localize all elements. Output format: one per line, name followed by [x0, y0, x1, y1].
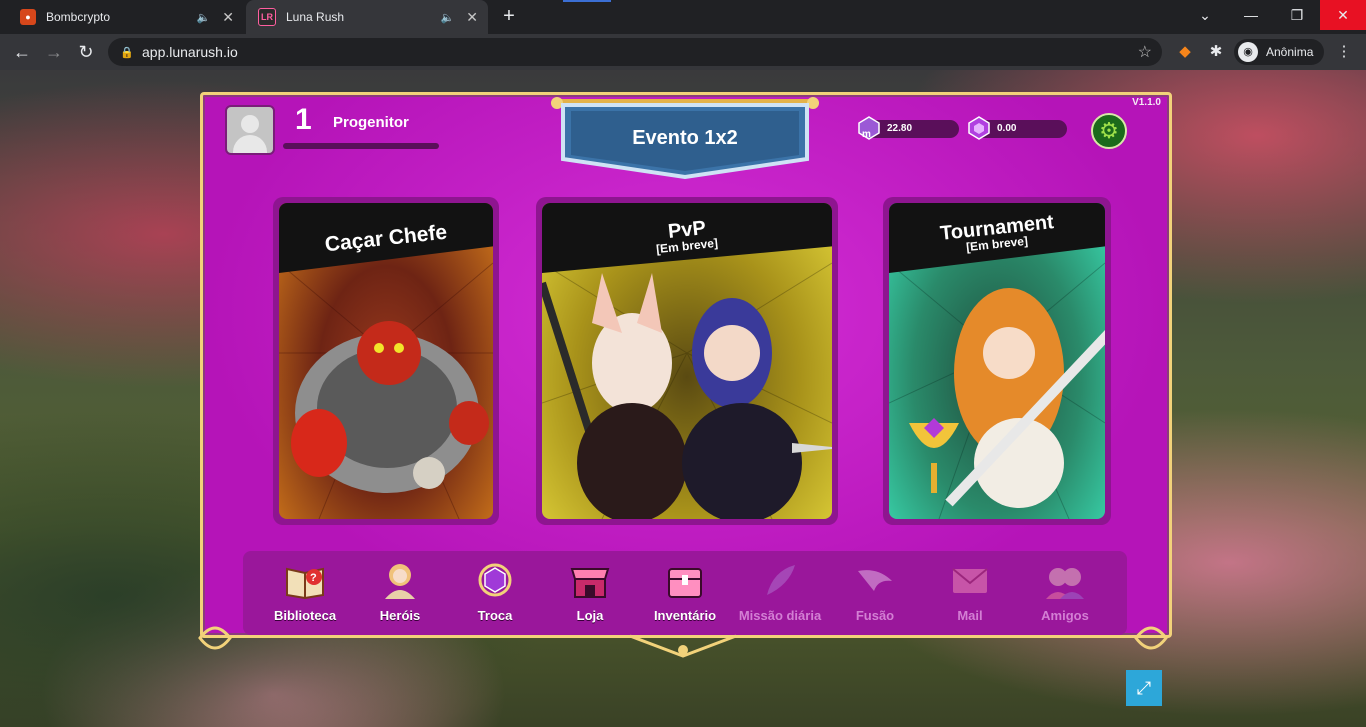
tab-title: Bombcrypto [46, 10, 111, 24]
friends-icon [1046, 568, 1084, 599]
speaker-icon[interactable]: 🔈 [197, 11, 211, 24]
new-tab-button[interactable]: + [498, 5, 520, 27]
purple-gem-icon [968, 116, 990, 140]
back-icon[interactable]: ← [10, 40, 34, 64]
wings-icon [858, 570, 892, 591]
close-tab-icon[interactable]: ✕ [222, 9, 234, 26]
event-title: Evento 1x2 [632, 127, 738, 149]
main-menu-panel: 1 Progenitor Evento 1x2 V1.1.0 m 22.80 0… [200, 92, 1172, 638]
browser-toolbar: ← → ↻ 🔒 app.lunarush.io ☆ ◆ ✱ ◉ Anônima … [0, 34, 1366, 70]
svg-text:?: ? [310, 572, 317, 584]
lock-icon[interactable]: 🔒 [120, 46, 134, 59]
xp-bar [283, 143, 439, 149]
player-name: Progenitor [333, 114, 409, 131]
profile-label: Anônima [1266, 45, 1314, 59]
game-canvas[interactable]: 1 Progenitor Evento 1x2 V1.1.0 m 22.80 0… [0, 70, 1366, 727]
tab-title: Luna Rush [286, 10, 345, 24]
close-tab-icon[interactable]: ✕ [466, 9, 478, 26]
speaker-icon[interactable]: 🔈 [441, 11, 455, 24]
tab-luna-rush[interactable]: LR Luna Rush 🔈 ✕ [246, 0, 488, 34]
tab-indicator [563, 0, 611, 2]
fullscreen-expand-icon[interactable]: ⤢ [1126, 670, 1162, 706]
hero-icon [385, 564, 415, 599]
mail-icon [952, 568, 988, 593]
metamask-extension-icon[interactable]: ◆ [1175, 42, 1195, 62]
chest-icon [668, 568, 702, 598]
mana-gem-balance: m 22.80 [858, 116, 959, 140]
minimize-button[interactable]: — [1228, 0, 1274, 30]
version-label: V1.1.0 [1132, 97, 1161, 108]
address-bar[interactable]: 🔒 app.lunarush.io ☆ [108, 38, 1162, 66]
bookmark-star-icon[interactable]: ☆ [1138, 42, 1152, 62]
url-text[interactable]: app.lunarush.io [142, 44, 1138, 60]
tab-bombcrypto[interactable]: ● Bombcrypto 🔈 ✕ [8, 0, 244, 34]
restore-button[interactable]: ❐ [1274, 0, 1320, 30]
bomb-favicon-icon: ● [20, 9, 36, 25]
tab-strip: ● Bombcrypto 🔈 ✕ LR Luna Rush 🔈 ✕ + ⌄ — … [0, 0, 1366, 34]
mana-gem-icon: m [858, 116, 880, 140]
avatar[interactable] [225, 105, 275, 155]
ornamental-frame-bottom [198, 626, 1168, 658]
exchange-icon [478, 563, 512, 597]
mana-gem-value: 22.80 [887, 123, 913, 134]
player-level: 1 [295, 103, 312, 136]
menu-kebab-icon[interactable]: ⋮ [1334, 42, 1354, 62]
incognito-icon: ◉ [1238, 42, 1258, 62]
shop-icon [570, 568, 610, 598]
book-icon: ? [286, 567, 324, 600]
profile-button[interactable]: ◉ Anônima [1234, 39, 1324, 65]
extensions-puzzle-icon[interactable]: ✱ [1206, 42, 1226, 62]
purple-gem-value: 0.00 [997, 123, 1017, 134]
reload-icon[interactable]: ↻ [74, 40, 98, 64]
purple-gem-balance: 0.00 [968, 116, 1067, 140]
settings-gear-icon[interactable]: ⚙ [1091, 113, 1127, 149]
card-cacar-chefe[interactable]: Caçar Chefe [273, 197, 499, 525]
luna-rush-favicon-icon: LR [258, 8, 276, 26]
card-pvp[interactable]: PvP [Em breve] [536, 197, 838, 525]
forward-icon[interactable]: → [42, 40, 66, 64]
tab-search-icon[interactable]: ⌄ [1182, 0, 1228, 30]
card-tournament[interactable]: Tournament [Em breve] [883, 197, 1111, 525]
close-window-button[interactable]: ✕ [1320, 0, 1366, 30]
mana-letter: m [862, 129, 871, 140]
quill-icon [767, 565, 795, 595]
